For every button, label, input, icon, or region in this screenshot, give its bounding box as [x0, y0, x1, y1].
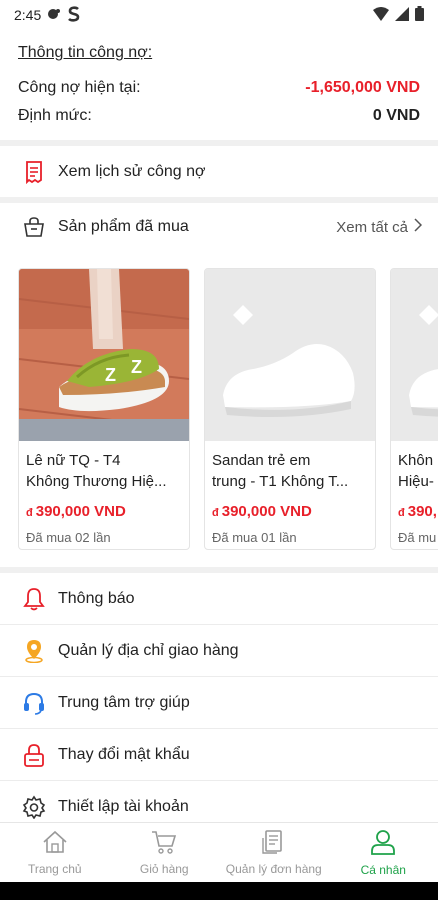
- status-bar: 2:45: [0, 0, 438, 30]
- product-name: Khôn Hiệu-: [398, 452, 434, 490]
- nav-profile[interactable]: Cá nhân: [329, 823, 438, 882]
- current-debt-value: -1,650,000 VND: [305, 79, 420, 96]
- product-price: đ 390,: [398, 503, 437, 520]
- menu-item-shipping-address[interactable]: Quản lý địa chỉ giao hàng: [0, 625, 438, 677]
- product-card[interactable]: Z Z Lê nữ TQ - T4 Không Thương Hiệ... đ3…: [18, 268, 190, 550]
- shopping-bag-icon: [22, 215, 46, 239]
- menu-item-label: Thiết lập tài khoản: [58, 798, 189, 815]
- current-debt-row: Công nợ hiện tại: -1,650,000 VND: [18, 74, 420, 102]
- product-card[interactable]: Khôn Hiệu- đ 390, Đã mu: [390, 268, 438, 550]
- system-navigation-bar: [0, 882, 438, 900]
- product-image: Z Z: [19, 269, 189, 441]
- battery-icon: [415, 6, 424, 24]
- location-pin-icon: [22, 639, 46, 663]
- app-s-icon: [67, 5, 81, 25]
- menu-item-change-password[interactable]: Thay đổi mật khẩu: [0, 729, 438, 781]
- cart-icon: [151, 830, 177, 857]
- menu-item-label: Thay đổi mật khẩu: [58, 745, 190, 763]
- product-image-placeholder: [391, 269, 438, 441]
- debt-limit-row: Định mức: 0 VND: [18, 102, 420, 130]
- lock-icon: [22, 743, 46, 767]
- status-time: 2:45: [14, 7, 42, 23]
- wifi-icon: [373, 6, 389, 24]
- chevron-right-icon: [414, 218, 423, 236]
- nav-cart[interactable]: Giỏ hàng: [110, 823, 220, 882]
- menu-item-label: Quản lý địa chỉ giao hàng: [58, 641, 239, 659]
- signal-icon: [395, 6, 409, 24]
- receipt-icon: [22, 160, 46, 184]
- svg-text:Z: Z: [131, 357, 142, 377]
- debt-history-link[interactable]: Xem lịch sử công nợ: [0, 146, 438, 198]
- product-price: đ 390,000 VND: [26, 503, 126, 520]
- debt-limit-value: 0 VND: [372, 107, 420, 124]
- orders-icon: [261, 829, 287, 857]
- product-price: đ 390,000 VND: [212, 503, 312, 520]
- bell-icon: [22, 587, 46, 611]
- bottom-navigation: Trang chủ Giỏ hàng Quản lý đơn hàng Cá n…: [0, 822, 438, 882]
- nav-orders-label: Quản lý đơn hàng: [225, 861, 322, 876]
- purchase-count: Đã mu: [398, 530, 437, 545]
- notification-dot-icon: [47, 7, 61, 24]
- menu-item-label: Thông báo: [58, 589, 135, 607]
- nav-home-label: Trang chủ: [27, 861, 82, 876]
- see-all-label: Xem tất cả: [336, 218, 408, 236]
- debt-limit-label: Định mức:: [18, 107, 92, 124]
- purchase-count: Đã mua 02 lần: [26, 530, 111, 545]
- current-debt-label: Công nợ hiện tại:: [18, 79, 141, 96]
- debt-info-section: Thông tin công nợ: Công nợ hiện tại: -1,…: [0, 30, 438, 142]
- debt-history-label: Xem lịch sử công nợ: [58, 163, 206, 180]
- menu-item-label: Trung tâm trợ giúp: [58, 693, 190, 711]
- home-icon: [42, 830, 68, 857]
- person-icon: [370, 829, 396, 858]
- menu-item-notifications[interactable]: Thông báo: [0, 573, 438, 625]
- product-image-placeholder: [205, 269, 375, 441]
- nav-profile-label: Cá nhân: [360, 862, 406, 877]
- svg-text:Z: Z: [105, 365, 116, 385]
- purchased-products-carousel[interactable]: Z Z Lê nữ TQ - T4 Không Thương Hiệ... đ3…: [0, 262, 438, 554]
- product-card[interactable]: Sandan trẻ em trung - T1 Không T... đ 390…: [204, 268, 376, 550]
- product-name: Sandan trẻ em trung - T1 Không T...: [212, 452, 349, 490]
- menu-item-help-center[interactable]: Trung tâm trợ giúp: [0, 677, 438, 729]
- purchased-products-title: Sản phẩm đã mua: [58, 218, 189, 235]
- nav-home[interactable]: Trang chủ: [0, 823, 110, 882]
- headset-icon: [22, 691, 46, 715]
- gear-icon: [22, 795, 46, 819]
- product-name: Lê nữ TQ - T4 Không Thương Hiệ...: [26, 452, 167, 490]
- debt-title: Thông tin công nợ:: [18, 44, 153, 61]
- purchase-count: Đã mua 01 lần: [212, 530, 297, 545]
- nav-orders[interactable]: Quản lý đơn hàng: [219, 823, 329, 882]
- nav-cart-label: Giỏ hàng: [139, 861, 189, 876]
- purchased-products-header: Sản phẩm đã mua Xem tất cả: [0, 203, 438, 251]
- see-all-link[interactable]: Xem tất cả: [336, 218, 423, 236]
